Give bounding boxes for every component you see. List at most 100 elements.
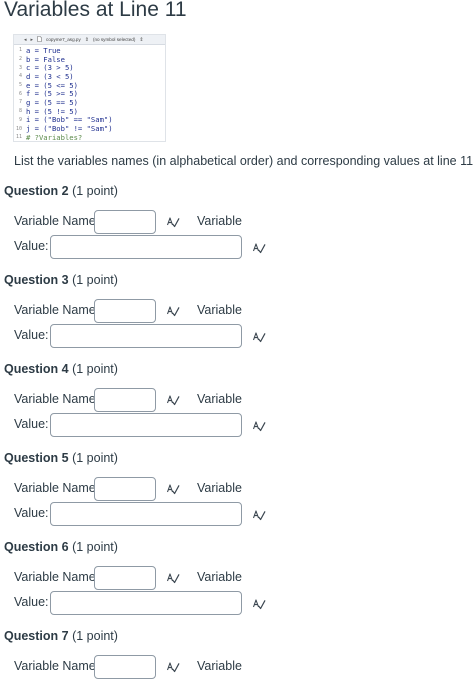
code-line-text: f = (5 >= 5)	[26, 89, 78, 99]
value-input-q4[interactable]	[50, 413, 242, 437]
question-title: Question 6	[4, 540, 69, 554]
code-line-number: 7	[18, 99, 22, 106]
spellcheck-icon[interactable]	[166, 215, 180, 229]
question-points: (1 point)	[72, 629, 118, 643]
symbol-menu-arrow-icon: ⇕	[139, 36, 144, 43]
variable-name-label: Variable Name:	[14, 392, 100, 406]
variable-suffix-label: Variable	[197, 659, 242, 673]
editor-toolbar: ◂ ▸ copyme7_asg.py ⇕ (no symbol selected…	[14, 35, 165, 45]
question-points: (1 point)	[72, 362, 118, 376]
spellcheck-icon[interactable]	[252, 241, 266, 255]
file-menu-arrow-icon: ⇕	[84, 36, 89, 43]
variable-name-input-q6[interactable]	[94, 566, 156, 590]
code-line-number: 11	[15, 134, 22, 141]
value-input-q3[interactable]	[50, 324, 242, 348]
variable-name-input-q4[interactable]	[94, 388, 156, 412]
code-line: 1 a = True	[14, 46, 165, 55]
variable-name-label: Variable Name:	[14, 303, 100, 317]
code-line: 3 c = (3 > 5)	[14, 63, 165, 72]
value-label: Value:	[14, 328, 49, 342]
code-line: 6 f = (5 >= 5)	[14, 89, 165, 98]
code-line-number: 1	[18, 47, 22, 54]
spellcheck-icon[interactable]	[252, 419, 266, 433]
spellcheck-icon[interactable]	[166, 571, 180, 585]
value-input-q5[interactable]	[50, 502, 242, 526]
code-line-text: i = ("Bob" == "Sam")	[26, 115, 113, 125]
spellcheck-icon[interactable]	[252, 508, 266, 522]
question-heading: Question 4 (1 point)	[4, 362, 118, 376]
file-icon	[37, 36, 42, 43]
code-line-text: j = ("Bob" != "Sam")	[26, 124, 113, 134]
question-heading: Question 6 (1 point)	[4, 540, 118, 554]
code-line-number: 3	[18, 64, 22, 71]
code-line: 9 i = ("Bob" == "Sam")	[14, 115, 165, 125]
code-line-text: c = (3 > 5)	[26, 63, 74, 73]
variable-name-label: Variable Name:	[14, 570, 100, 584]
question-title: Question 5	[4, 451, 69, 465]
code-line: 7 g = (5 == 5)	[14, 98, 165, 107]
variable-suffix-label: Variable	[197, 570, 242, 584]
code-line-text: b = False	[26, 54, 65, 64]
code-line-text: d = (3 < 5)	[26, 71, 74, 81]
question-heading: Question 3 (1 point)	[4, 273, 118, 287]
question-heading: Question 7 (1 point)	[4, 629, 118, 643]
question-title: Question 2	[4, 184, 69, 198]
question-points: (1 point)	[72, 451, 118, 465]
spellcheck-icon[interactable]	[166, 304, 180, 318]
page-title: Variables at Line 11	[4, 0, 187, 21]
code-line-number: 6	[18, 90, 22, 97]
code-screenshot: ◂ ▸ copyme7_asg.py ⇕ (no symbol selected…	[13, 34, 166, 142]
spellcheck-icon[interactable]	[252, 330, 266, 344]
code-line-number: 2	[18, 56, 22, 63]
spellcheck-icon[interactable]	[166, 660, 180, 674]
code-line: 5 e = (5 <= 5)	[14, 81, 165, 90]
question-points: (1 point)	[72, 273, 118, 287]
variable-name-input-q7[interactable]	[94, 655, 156, 679]
question-title: Question 4	[4, 362, 69, 376]
variable-suffix-label: Variable	[197, 481, 242, 495]
question-points: (1 point)	[72, 540, 118, 554]
variable-suffix-label: Variable	[197, 303, 242, 317]
code-line-number: 4	[18, 73, 22, 80]
spellcheck-icon[interactable]	[166, 482, 180, 496]
instructions: List the variables names (in alphabetica…	[14, 154, 474, 168]
variable-name-label: Variable Name:	[14, 214, 100, 228]
value-label: Value:	[14, 239, 49, 253]
question-points: (1 point)	[72, 184, 118, 198]
code-line-text: g = (5 == 5)	[26, 97, 78, 107]
code-line-text: a = True	[26, 45, 61, 55]
variable-name-input-q3[interactable]	[94, 299, 156, 323]
variable-suffix-label: Variable	[197, 392, 242, 406]
code-line-text: # ?Variables?	[26, 132, 83, 142]
variable-suffix-label: Variable	[197, 214, 242, 228]
code-line: 2 b = False	[14, 55, 165, 64]
value-input-q2[interactable]	[50, 235, 242, 259]
code-line-number: 8	[18, 108, 22, 115]
value-input-q6[interactable]	[50, 591, 242, 615]
editor-symbol: (no symbol selected)	[92, 37, 136, 42]
question-heading: Question 5 (1 point)	[4, 451, 118, 465]
variable-name-input-q2[interactable]	[94, 210, 156, 234]
variable-name-label: Variable Name:	[14, 481, 100, 495]
code-line-number: 5	[18, 82, 22, 89]
question-title: Question 3	[4, 273, 69, 287]
code-line-number: 10	[15, 125, 22, 132]
code-line: 8 h = (5 != 5)	[14, 107, 165, 116]
value-label: Value:	[14, 506, 49, 520]
code-line: 11 # ?Variables?	[14, 132, 165, 142]
spellcheck-icon[interactable]	[166, 393, 180, 407]
nav-back-icon: ◂	[24, 36, 27, 43]
code-line-text: e = (5 <= 5)	[26, 80, 78, 90]
code-line: 4 d = (3 < 5)	[14, 72, 165, 81]
value-label: Value:	[14, 595, 49, 609]
variable-name-input-q5[interactable]	[94, 477, 156, 501]
editor-filename: copyme7_asg.py	[46, 37, 81, 42]
code-line-number: 9	[18, 116, 22, 123]
value-label: Value:	[14, 417, 49, 431]
code-line: 10 j = ("Bob" != "Sam")	[14, 124, 165, 133]
variable-name-label: Variable Name:	[14, 659, 100, 673]
spellcheck-icon[interactable]	[252, 597, 266, 611]
nav-forward-icon: ▸	[30, 36, 34, 43]
code-body: 1 a = True 2 b = False 3 c = (3 > 5) 4 d = (3 <…	[14, 45, 165, 142]
code-line-text: h = (5 != 5)	[26, 106, 78, 116]
